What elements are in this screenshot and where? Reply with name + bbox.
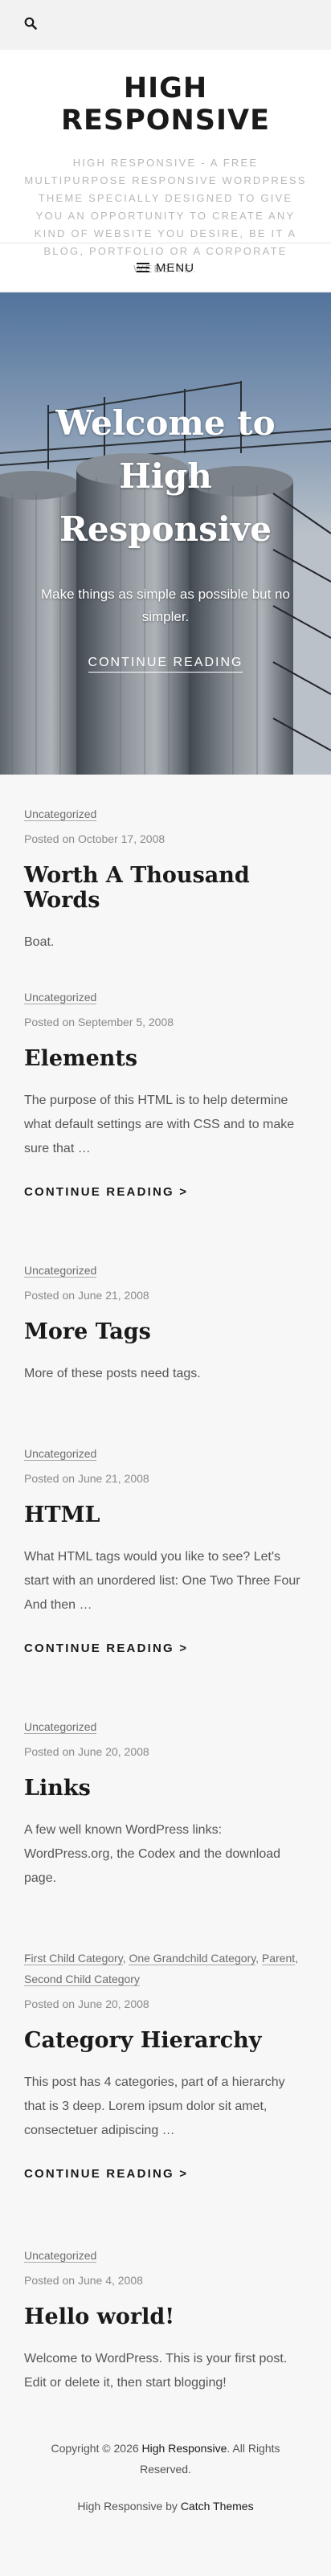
- post-date: Posted on June 21, 2008: [24, 1472, 149, 1485]
- site-footer: Copyright © 2026 High Responsive. All Ri…: [0, 2438, 331, 2517]
- menu-label: MENU: [155, 260, 195, 275]
- post-excerpt: Boat.: [24, 935, 55, 949]
- post: Uncategorized Posted on September 5, 200…: [24, 987, 307, 1260]
- post-excerpt: A few well known WordPress links: WordPr…: [24, 1823, 281, 1885]
- post-title[interactable]: Category Hierarchy: [24, 2028, 307, 2053]
- post-date: Posted on June 4, 2008: [24, 2274, 143, 2287]
- category-link[interactable]: Parent: [261, 1952, 296, 1965]
- category-link[interactable]: Second Child Category: [24, 1973, 140, 1986]
- post-date: Posted on October 17, 2008: [24, 832, 166, 845]
- post: Uncategorized Posted on June 4, 2008 Hel…: [24, 2245, 307, 2438]
- post-date: Posted on June 21, 2008: [24, 1289, 149, 1302]
- post-title[interactable]: HTML: [24, 1503, 307, 1527]
- post-title[interactable]: More Tags: [24, 1319, 307, 1344]
- post-excerpt: The purpose of this HTML is to help dete…: [24, 1094, 295, 1155]
- theme-credit: High Responsive by Catch Themes: [77, 2500, 254, 2513]
- post-date: Posted on September 5, 2008: [24, 1016, 174, 1028]
- search-icon: [24, 17, 37, 30]
- post-categories: Uncategorized: [24, 1716, 307, 1737]
- post: Uncategorized Posted on June 21, 2008 HT…: [24, 1443, 307, 1716]
- hero-subtitle: Make things as simple as possible but no…: [41, 587, 290, 624]
- site-header: HIGH RESPONSIVE HIGH RESPONSIVE - A FREE…: [0, 50, 331, 275]
- site-description: HIGH RESPONSIVE - A FREE MULTIPURPOSE RE…: [24, 157, 307, 275]
- category-link[interactable]: Uncategorized: [24, 1447, 97, 1461]
- hero-title: Welcome to High Responsive: [55, 403, 276, 549]
- post-excerpt: This post has 4 categories, part of a hi…: [24, 2075, 285, 2137]
- author-link[interactable]: Catch Themes: [181, 2500, 254, 2513]
- post: First Child Category, One Grandchild Cat…: [24, 1948, 307, 2245]
- site-title[interactable]: HIGH RESPONSIVE: [24, 72, 307, 137]
- continue-reading-link[interactable]: CONTINUE READING >: [24, 1185, 188, 1199]
- category-link[interactable]: Uncategorized: [24, 1264, 97, 1278]
- continue-reading-link[interactable]: CONTINUE READING >: [24, 1642, 188, 1655]
- post: Uncategorized Posted on October 17, 2008…: [24, 803, 307, 987]
- post-title[interactable]: Hello world!: [24, 2304, 307, 2329]
- post: Uncategorized Posted on June 20, 2008 Li…: [24, 1716, 307, 1948]
- post-title[interactable]: Elements: [24, 1046, 307, 1071]
- copyright: Copyright © 2026 High Responsive. All Ri…: [51, 2442, 280, 2476]
- post-date: Posted on June 20, 2008: [24, 1745, 149, 1758]
- post-title[interactable]: Links: [24, 1776, 307, 1801]
- category-link[interactable]: Uncategorized: [24, 1720, 97, 1734]
- post-categories: Uncategorized: [24, 2245, 307, 2266]
- post-categories: Uncategorized: [24, 987, 307, 1008]
- hero-slider: Welcome to High Responsive Make things a…: [0, 292, 331, 775]
- post-excerpt: What HTML tags would you like to see? Le…: [24, 1550, 300, 1612]
- category-link[interactable]: Uncategorized: [24, 808, 97, 821]
- footer-site-link[interactable]: High Responsive: [142, 2442, 227, 2455]
- category-link[interactable]: First Child Category: [24, 1952, 123, 1965]
- post-excerpt: More of these posts need tags.: [24, 1367, 201, 1380]
- hero-continue-reading-link[interactable]: CONTINUE READING: [88, 656, 243, 673]
- category-link[interactable]: Uncategorized: [24, 2249, 97, 2263]
- post-excerpt: Welcome to WordPress. This is your first…: [24, 2352, 288, 2390]
- category-link[interactable]: Uncategorized: [24, 991, 97, 1004]
- category-link[interactable]: One Grandchild Category: [129, 1952, 256, 1965]
- continue-reading-link[interactable]: CONTINUE READING >: [24, 2167, 188, 2181]
- post-title[interactable]: Worth A Thousand Words: [24, 863, 307, 913]
- post-date: Posted on June 20, 2008: [24, 1997, 149, 2010]
- post-categories: First Child Category, One Grandchild Cat…: [24, 1952, 299, 1986]
- post-categories: Uncategorized: [24, 1260, 307, 1281]
- post-categories: Uncategorized: [24, 803, 307, 824]
- post-categories: Uncategorized: [24, 1443, 307, 1464]
- search-button[interactable]: [24, 17, 37, 34]
- posts-list: Uncategorized Posted on October 17, 2008…: [0, 775, 331, 2438]
- top-bar: [0, 0, 331, 50]
- post: Uncategorized Posted on June 21, 2008 Mo…: [24, 1260, 307, 1443]
- hamburger-icon: [136, 263, 149, 272]
